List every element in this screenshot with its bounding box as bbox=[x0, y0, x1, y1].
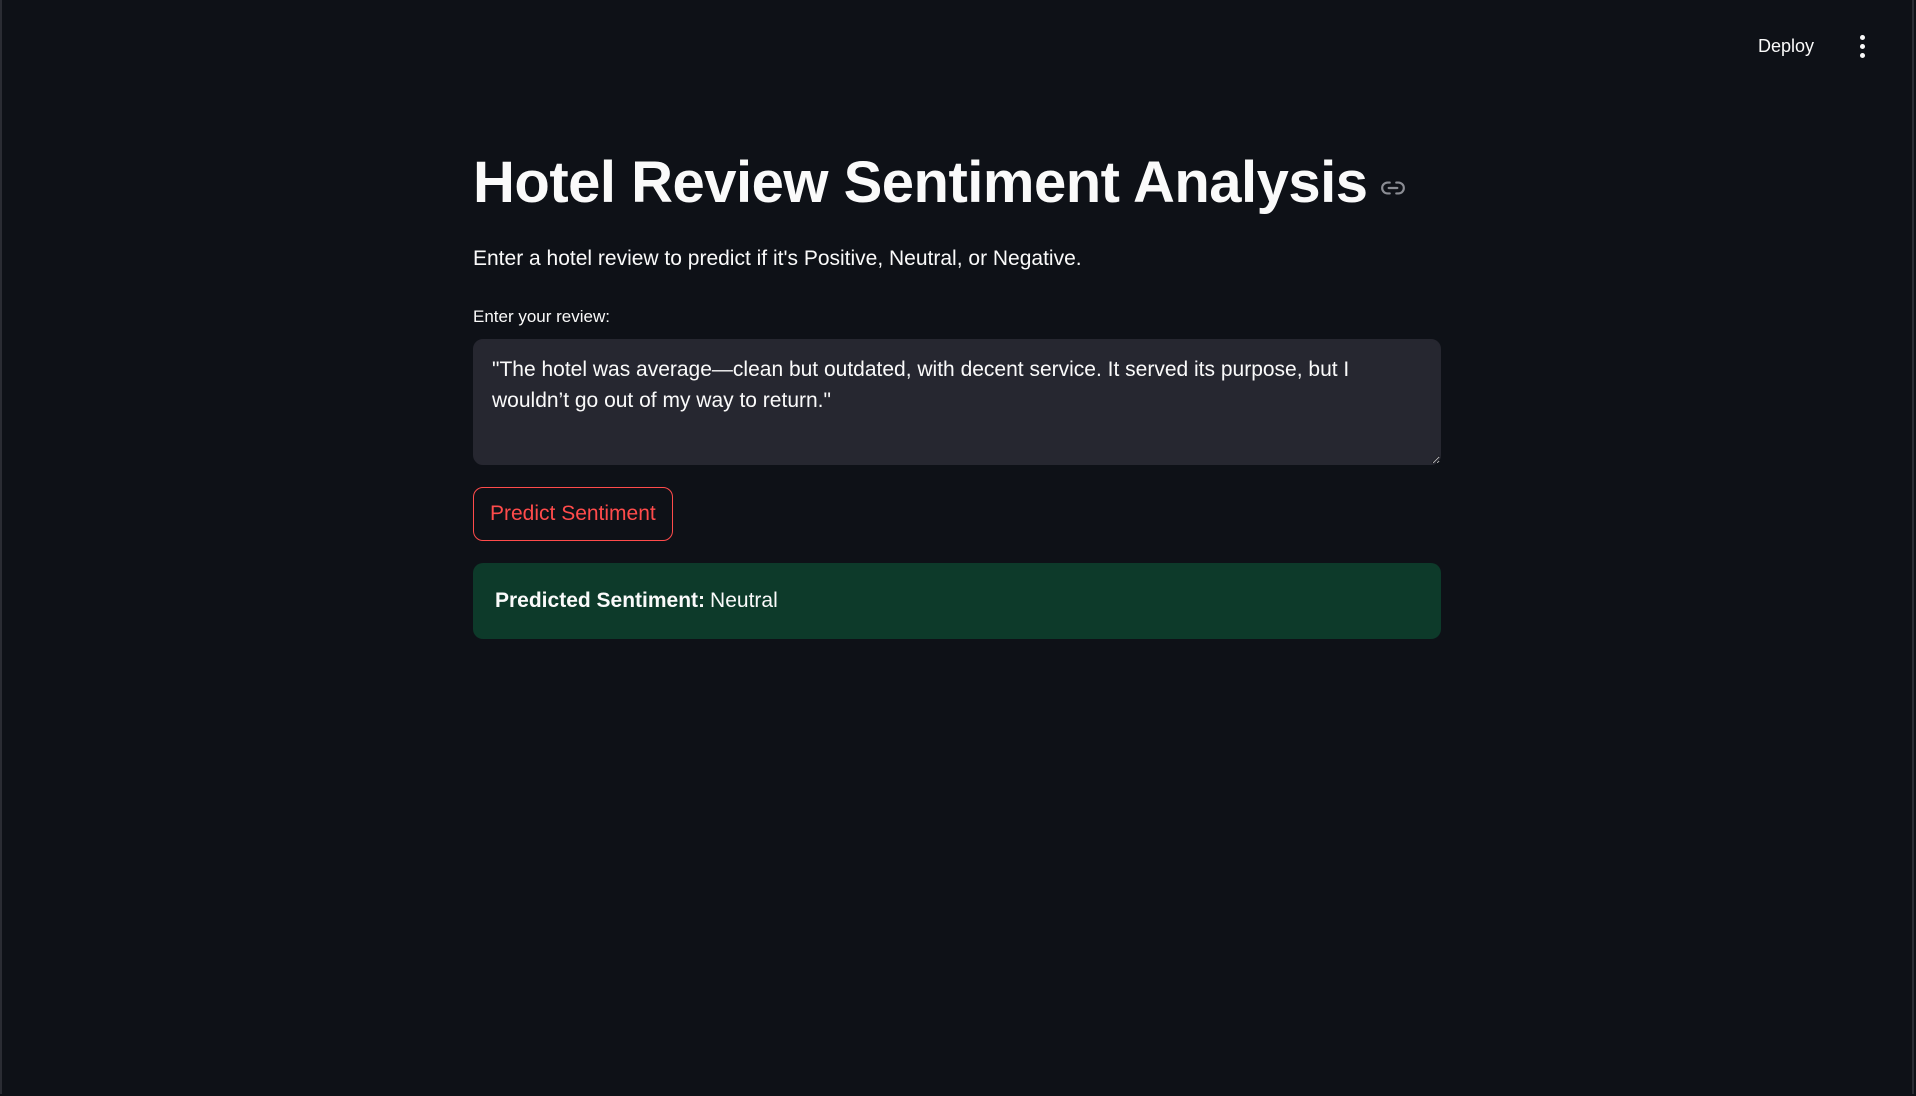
page-title: Hotel Review Sentiment Analysis bbox=[473, 150, 1368, 215]
main-content: Hotel Review Sentiment Analysis Enter a … bbox=[473, 150, 1441, 639]
result-alert: Predicted Sentiment: Neutral bbox=[473, 562, 1441, 639]
result-label: Predicted Sentiment: bbox=[495, 588, 706, 612]
more-vertical-icon[interactable] bbox=[1848, 28, 1876, 64]
deploy-button[interactable]: Deploy bbox=[1750, 30, 1822, 63]
title-row: Hotel Review Sentiment Analysis bbox=[473, 150, 1441, 217]
page-subtitle: Enter a hotel review to predict if it's … bbox=[473, 246, 1082, 270]
link-icon[interactable] bbox=[1380, 175, 1406, 201]
review-textarea[interactable] bbox=[473, 338, 1441, 465]
review-label: Enter your review: bbox=[473, 306, 610, 326]
result-value: Neutral bbox=[710, 588, 778, 612]
toolbar: Deploy bbox=[1750, 28, 1876, 64]
predict-sentiment-button[interactable]: Predict Sentiment bbox=[473, 486, 673, 541]
